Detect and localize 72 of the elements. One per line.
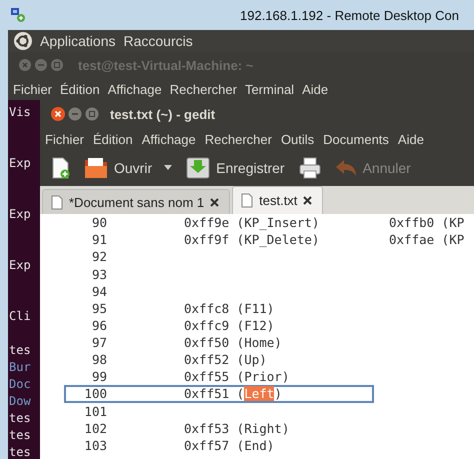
menu-item[interactable]: Affichage: [108, 82, 162, 96]
line-number: 101: [83, 402, 107, 420]
code-text: 0xff9e (KP_Insert): [184, 214, 320, 232]
caret-icon: [164, 165, 172, 171]
menu-item[interactable]: Fichier: [13, 82, 52, 96]
tab[interactable]: *Document sans nom 1: [42, 189, 230, 214]
menu-item[interactable]: Édition: [93, 132, 133, 146]
menu-item[interactable]: Affichage: [142, 132, 196, 146]
code-text: 0xffc9 (F12): [184, 316, 274, 334]
window-controls-icon: [50, 106, 100, 122]
menu-item[interactable]: Édition: [60, 82, 100, 96]
window-title: test.txt (~) - gedit: [110, 106, 216, 122]
terminal-text: Exp: [9, 155, 31, 172]
panel-menu[interactable]: Applications: [40, 33, 116, 49]
close-icon[interactable]: [210, 198, 220, 206]
text-editor[interactable]: [40, 214, 474, 459]
line-number: 97: [90, 334, 107, 352]
code-text: 0xff9f (KP_Delete): [184, 231, 320, 248]
code-text: 0xff51 (Left): [184, 385, 282, 402]
new-document-icon: [52, 157, 70, 179]
undo-icon: [334, 159, 357, 177]
remote-desktop-icon: [10, 7, 26, 23]
terminal-text: Exp: [9, 257, 31, 274]
terminal-text: Cli: [9, 308, 31, 325]
tab[interactable]: test.txt: [232, 186, 324, 214]
menu-item[interactable]: Terminal: [244, 82, 294, 96]
menu-item[interactable]: Outils: [280, 132, 314, 146]
code-text: 0xffb0 (KP: [389, 214, 464, 232]
terminal-text: tes: [9, 410, 31, 427]
line-number: 98: [90, 351, 107, 368]
folder-icon: [84, 157, 108, 179]
terminal-text: tes: [9, 427, 31, 444]
window-title: 192.168.1.192 - Remote Desktop Con: [240, 8, 459, 23]
printer-icon: [298, 157, 321, 179]
code-text: 0xff57 (End): [184, 436, 274, 454]
terminal-text: Exp: [9, 206, 31, 223]
menu-item[interactable]: Documents: [323, 132, 389, 146]
terminal-text: Dow: [9, 393, 31, 410]
terminal-text: tes: [9, 342, 31, 359]
line-number: 91: [90, 231, 107, 248]
terminal-text: Vis: [9, 104, 31, 121]
code-text: 0xff55 (Prior): [184, 368, 290, 386]
menu-item[interactable]: Fichier: [45, 132, 84, 146]
line-number: 96: [90, 316, 107, 334]
menu-item[interactable]: Rechercher: [170, 82, 237, 96]
code-text: 0xff50 (Home): [184, 334, 282, 352]
menu-item[interactable]: Aide: [302, 82, 328, 96]
code-text: 0xff53 (Right): [184, 420, 290, 437]
document-icon: [241, 193, 254, 208]
document-icon: [51, 194, 63, 210]
terminal-text: Bur: [9, 359, 31, 376]
line-number: 93: [90, 266, 107, 282]
line-number: 102: [83, 420, 107, 437]
menu-item[interactable]: Rechercher: [204, 132, 272, 146]
save-icon: [186, 157, 210, 179]
line-number: 99: [90, 368, 107, 386]
code-text: 0xff52 (Up): [184, 351, 267, 368]
panel-menu[interactable]: Raccourcis: [124, 33, 193, 49]
close-icon[interactable]: [303, 196, 312, 205]
menu-item[interactable]: Aide: [398, 132, 424, 146]
code-text: 0xffc8 (F11): [184, 300, 274, 317]
save-button[interactable]: Enregistrer: [182, 155, 289, 181]
terminal-text: tes: [9, 444, 31, 459]
line-number: 90: [90, 214, 107, 232]
line-number: 92: [90, 248, 107, 266]
line-number: 95: [90, 300, 107, 317]
terminal-text: Doc: [9, 376, 31, 393]
open-button[interactable]: Ouvrir: [80, 155, 176, 181]
line-number: 100: [83, 385, 107, 402]
code-text: 0xffae (KP: [389, 231, 464, 248]
line-number: 103: [83, 436, 107, 454]
line-number: 94: [90, 282, 107, 300]
